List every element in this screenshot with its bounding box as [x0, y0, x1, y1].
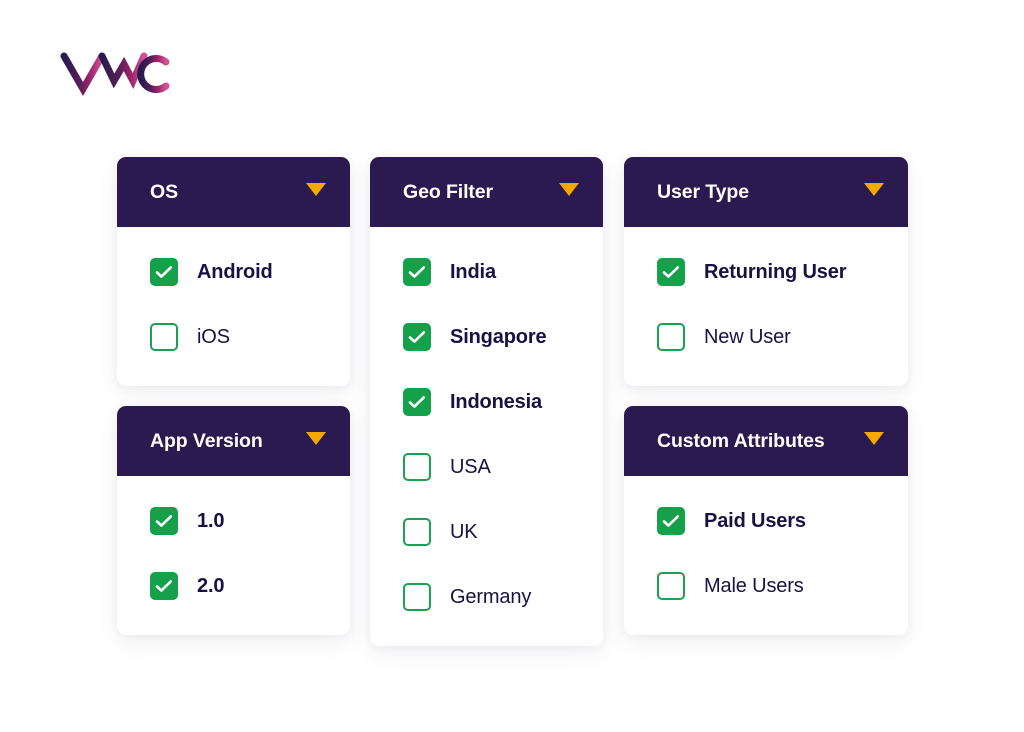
card-title: Custom Attributes	[657, 429, 825, 452]
filter-card-app-version: App Version 1.0 2.0	[117, 406, 350, 635]
option-row-germany[interactable]: Germany	[370, 576, 603, 618]
option-row-male-users[interactable]: Male Users	[624, 565, 908, 607]
option-row-new-user[interactable]: New User	[624, 316, 908, 358]
card-body-geo-filter: India Singapore Indonesia USA UK Germany	[370, 227, 603, 646]
page-canvas: OS Android iOS App Version 1.0 2.0 Geo F…	[0, 0, 1024, 732]
option-label: 2.0	[197, 574, 225, 597]
option-label: USA	[450, 455, 491, 478]
option-row-ios[interactable]: iOS	[117, 316, 350, 358]
card-body-user-type: Returning User New User	[624, 227, 908, 386]
chevron-down-icon[interactable]	[306, 182, 326, 202]
card-body-os: Android iOS	[117, 227, 350, 386]
option-label: Paid Users	[704, 509, 806, 532]
card-header-user-type[interactable]: User Type	[624, 157, 908, 227]
option-label: UK	[450, 520, 478, 543]
chevron-down-icon[interactable]	[559, 182, 579, 202]
option-label: Singapore	[450, 325, 547, 348]
checkbox-germany[interactable]	[403, 583, 431, 611]
option-row-uk[interactable]: UK	[370, 511, 603, 553]
card-header-app-version[interactable]: App Version	[117, 406, 350, 476]
option-row-indonesia[interactable]: Indonesia	[370, 381, 603, 423]
option-row-paid-users[interactable]: Paid Users	[624, 500, 908, 542]
card-body-app-version: 1.0 2.0	[117, 476, 350, 635]
checkbox-indonesia[interactable]	[403, 388, 431, 416]
option-label: Android	[197, 260, 273, 283]
filter-card-os: OS Android iOS	[117, 157, 350, 386]
option-label: 1.0	[197, 509, 225, 532]
checkbox-singapore[interactable]	[403, 323, 431, 351]
option-row-version-1-0[interactable]: 1.0	[117, 500, 350, 542]
option-label: Male Users	[704, 574, 804, 597]
card-header-geo-filter[interactable]: Geo Filter	[370, 157, 603, 227]
checkbox-version-2-0[interactable]	[150, 572, 178, 600]
checkbox-new-user[interactable]	[657, 323, 685, 351]
option-label: Germany	[450, 585, 532, 608]
checkbox-paid-users[interactable]	[657, 507, 685, 535]
card-title: OS	[150, 180, 178, 203]
option-label: Returning User	[704, 260, 847, 283]
vwo-logo	[60, 48, 172, 97]
option-label: New User	[704, 325, 791, 348]
option-label: India	[450, 260, 496, 283]
card-title: Geo Filter	[403, 180, 494, 203]
option-row-returning-user[interactable]: Returning User	[624, 251, 908, 293]
checkbox-uk[interactable]	[403, 518, 431, 546]
checkbox-version-1-0[interactable]	[150, 507, 178, 535]
option-row-usa[interactable]: USA	[370, 446, 603, 488]
chevron-down-icon[interactable]	[864, 431, 884, 451]
option-label: Indonesia	[450, 390, 542, 413]
checkbox-india[interactable]	[403, 258, 431, 286]
filter-card-custom-attributes: Custom Attributes Paid Users Male Users	[624, 406, 908, 635]
card-title: User Type	[657, 180, 749, 203]
option-row-india[interactable]: India	[370, 251, 603, 293]
checkbox-male-users[interactable]	[657, 572, 685, 600]
option-row-singapore[interactable]: Singapore	[370, 316, 603, 358]
option-label: iOS	[197, 325, 230, 348]
filter-card-geo-filter: Geo Filter India Singapore Indonesia USA…	[370, 157, 603, 646]
checkbox-android[interactable]	[150, 258, 178, 286]
checkbox-usa[interactable]	[403, 453, 431, 481]
chevron-down-icon[interactable]	[306, 431, 326, 451]
card-header-os[interactable]: OS	[117, 157, 350, 227]
card-body-custom-attributes: Paid Users Male Users	[624, 476, 908, 635]
chevron-down-icon[interactable]	[864, 182, 884, 202]
card-header-custom-attributes[interactable]: Custom Attributes	[624, 406, 908, 476]
option-row-version-2-0[interactable]: 2.0	[117, 565, 350, 607]
checkbox-returning-user[interactable]	[657, 258, 685, 286]
card-title: App Version	[150, 429, 263, 452]
option-row-android[interactable]: Android	[117, 251, 350, 293]
checkbox-ios[interactable]	[150, 323, 178, 351]
filter-card-user-type: User Type Returning User New User	[624, 157, 908, 386]
